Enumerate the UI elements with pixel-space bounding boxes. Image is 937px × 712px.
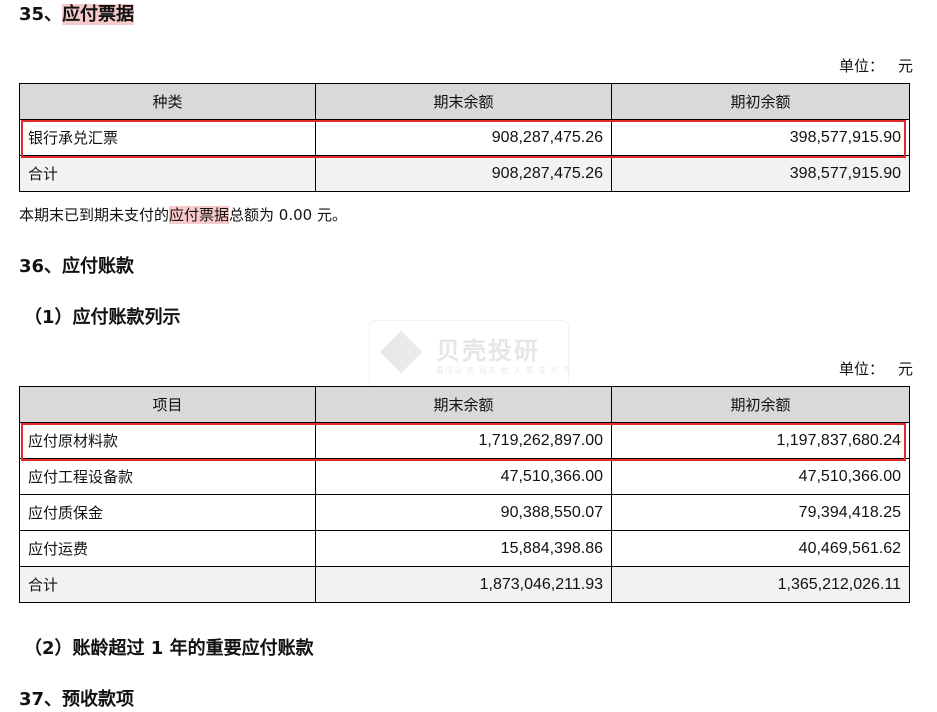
section-36-heading: 36、应付账款 bbox=[19, 256, 135, 277]
total-label: 合计 bbox=[19, 155, 316, 192]
row-name: 应付原材料款 bbox=[19, 422, 316, 459]
note-text-pre: 本期末已到期未支付的 bbox=[19, 206, 170, 224]
note-text-highlight: 应付票据 bbox=[169, 206, 230, 224]
table-row: 银行承兑汇票 908,287,475.26 398,577,915.90 bbox=[19, 119, 910, 156]
note-text-post: 总额为 0.00 元。 bbox=[229, 206, 347, 224]
watermark-brand: 贝壳投研 bbox=[436, 337, 540, 365]
watermark: 贝壳投研 看得见 值 投资 助 入 都 在 贝 壳 bbox=[369, 320, 573, 388]
notes-payable-table: 种类 期末余额 期初余额 银行承兑汇票 908,287,475.26 398,5… bbox=[19, 83, 910, 192]
table-header-row: 种类 期末余额 期初余额 bbox=[19, 83, 910, 120]
col-header-end-balance: 期末余额 bbox=[315, 83, 612, 120]
row-name: 银行承兑汇票 bbox=[19, 119, 316, 156]
row-end-balance: 90,388,550.07 bbox=[315, 494, 612, 531]
row-begin-balance: 1,197,837,680.24 bbox=[611, 422, 910, 459]
table-header-row: 项目 期末余额 期初余额 bbox=[19, 386, 910, 423]
table-row: 应付原材料款 1,719,262,897.00 1,197,837,680.24 bbox=[19, 422, 910, 459]
row-name: 应付运费 bbox=[19, 530, 316, 567]
row-end-balance: 908,287,475.26 bbox=[315, 119, 612, 156]
row-end-balance: 47,510,366.00 bbox=[315, 458, 612, 495]
unit-label-text: 单位： bbox=[838, 360, 884, 378]
col-header-end-balance: 期末余额 bbox=[315, 386, 612, 423]
total-end-balance: 1,873,046,211.93 bbox=[315, 566, 612, 603]
section-35-number: 35、 bbox=[19, 4, 63, 25]
total-label: 合计 bbox=[19, 566, 316, 603]
section-35-title: 应付票据 bbox=[62, 4, 135, 25]
accounts-payable-table: 项目 期末余额 期初余额 应付原材料款 1,719,262,897.00 1,1… bbox=[19, 386, 910, 603]
sub-heading-aged: （2）账龄超过 1 年的重要应付账款 bbox=[24, 638, 314, 659]
unit-label-text: 单位： bbox=[838, 57, 884, 75]
unit-label-36: 单位： 元 bbox=[839, 358, 913, 379]
row-begin-balance: 47,510,366.00 bbox=[611, 458, 910, 495]
notes-payable-note: 本期末已到期未支付的应付票据总额为 0.00 元。 bbox=[19, 204, 347, 225]
table-row: 应付工程设备款 47,510,366.00 47,510,366.00 bbox=[19, 458, 910, 495]
watermark-logo-icon bbox=[379, 330, 423, 374]
row-begin-balance: 398,577,915.90 bbox=[611, 119, 910, 156]
watermark-slogan: 看得见 值 投资 助 入 都 在 贝 壳 bbox=[436, 366, 573, 375]
row-name: 应付质保金 bbox=[19, 494, 316, 531]
section-35-heading: 35、应付票据 bbox=[19, 4, 135, 26]
table-total-row: 合计 1,873,046,211.93 1,365,212,026.11 bbox=[19, 566, 910, 603]
unit-label-35: 单位： 元 bbox=[839, 55, 913, 76]
sub-heading-list: （1）应付账款列示 bbox=[24, 307, 181, 328]
row-begin-balance: 79,394,418.25 bbox=[611, 494, 910, 531]
col-header-type: 种类 bbox=[19, 83, 316, 120]
col-header-begin-balance: 期初余额 bbox=[611, 386, 910, 423]
total-end-balance: 908,287,475.26 bbox=[315, 155, 612, 192]
row-name: 应付工程设备款 bbox=[19, 458, 316, 495]
col-header-item: 项目 bbox=[19, 386, 316, 423]
col-header-begin-balance: 期初余额 bbox=[611, 83, 910, 120]
table-total-row: 合计 908,287,475.26 398,577,915.90 bbox=[19, 155, 910, 192]
row-end-balance: 1,719,262,897.00 bbox=[315, 422, 612, 459]
row-end-balance: 15,884,398.86 bbox=[315, 530, 612, 567]
total-begin-balance: 398,577,915.90 bbox=[611, 155, 910, 192]
unit-value-text: 元 bbox=[897, 360, 913, 378]
row-begin-balance: 40,469,561.62 bbox=[611, 530, 910, 567]
table-row: 应付质保金 90,388,550.07 79,394,418.25 bbox=[19, 494, 910, 531]
total-begin-balance: 1,365,212,026.11 bbox=[611, 566, 910, 603]
table-row: 应付运费 15,884,398.86 40,469,561.62 bbox=[19, 530, 910, 567]
section-37-heading: 37、预收款项 bbox=[19, 689, 135, 710]
unit-value-text: 元 bbox=[897, 57, 913, 75]
